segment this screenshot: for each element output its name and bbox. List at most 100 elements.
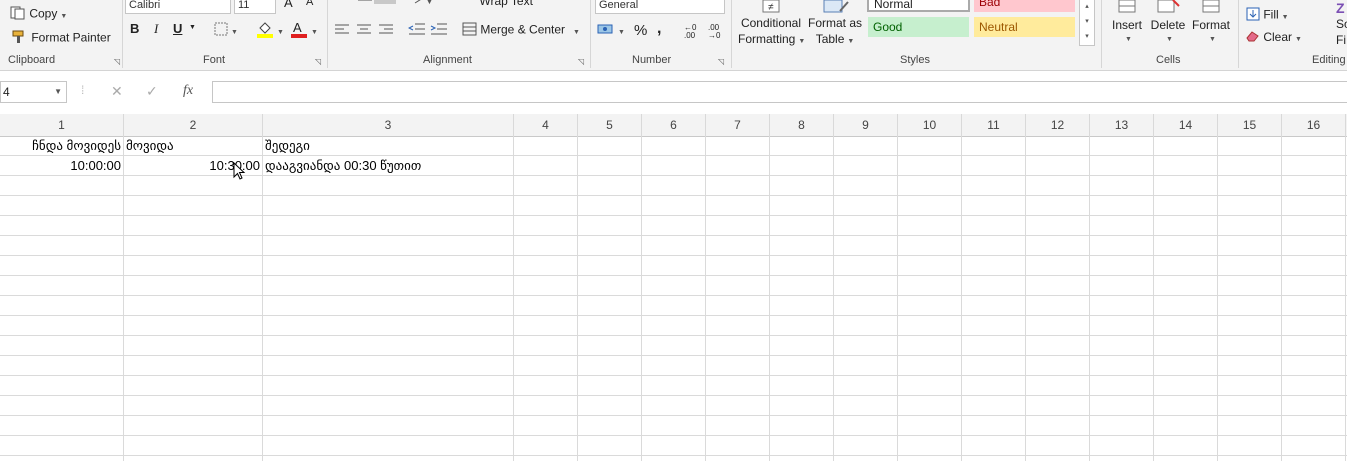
dialog-launcher-icon[interactable]: ◹ (578, 57, 584, 66)
currency-icon (597, 22, 615, 39)
format-cells-label: Format (1191, 18, 1230, 32)
merge-center-button[interactable]: Merge & Center ▼ (462, 22, 580, 39)
comma-button[interactable]: , (657, 20, 661, 38)
font-group-label: Font (203, 54, 226, 66)
column-header-8[interactable]: 8 (770, 114, 834, 136)
column-header-7[interactable]: 7 (706, 114, 770, 136)
ribbon: Copy ▼ Format Painter Clipboard ◹ Calibri… (0, 0, 1347, 71)
sort-label: So (1336, 17, 1347, 31)
format-as-table-label2: Table (815, 32, 845, 46)
top-align-icon[interactable] (357, 0, 373, 8)
style-good[interactable]: Good (868, 17, 969, 37)
column-header-5[interactable]: 5 (578, 114, 642, 136)
sort-filter-button[interactable]: Z So Fi (1336, 0, 1347, 48)
copy-icon (10, 6, 26, 23)
decrease-decimal-icon[interactable]: .00 →0 (708, 24, 720, 40)
copy-button[interactable]: Copy ▼ (10, 6, 67, 23)
format-as-table-icon (806, 0, 864, 14)
delete-label: Delete (1150, 18, 1186, 32)
dialog-launcher-icon[interactable]: ◹ (315, 57, 321, 66)
clear-button[interactable]: Clear ▼ (1246, 30, 1302, 45)
cell-r1-c1[interactable]: ჩნდა მოვიდეს (0, 136, 121, 156)
column-header-6[interactable]: 6 (642, 114, 706, 136)
delete-button[interactable]: Delete ▼ (1150, 0, 1186, 43)
gridline (961, 136, 962, 461)
column-header-11[interactable]: 11 (962, 114, 1026, 136)
conditional-formatting-label2-wrap: Formatting ▼ (738, 32, 806, 49)
cell-r1-c2[interactable]: მოვიდა (126, 136, 260, 156)
percent-button[interactable]: % (634, 22, 647, 39)
name-box[interactable]: 4 ▼ (0, 81, 67, 103)
underline-button[interactable]: U (173, 21, 182, 36)
column-header-4[interactable]: 4 (514, 114, 578, 136)
column-header-14[interactable]: 14 (1154, 114, 1218, 136)
cell-r1-c3[interactable]: შედეგი (265, 136, 511, 156)
column-header-1[interactable]: 1 (0, 114, 124, 136)
column-header-16[interactable]: 16 (1282, 114, 1346, 136)
underline-dropdown[interactable]: ▼ (189, 24, 196, 31)
column-header-9[interactable]: 9 (834, 114, 898, 136)
insert-function-icon[interactable]: fx (183, 83, 193, 99)
gridline (0, 455, 1347, 456)
conditional-formatting-button[interactable]: ≠ Conditional Formatting ▼ (738, 0, 806, 49)
gridline (262, 136, 263, 461)
align-left-icon[interactable] (334, 24, 350, 39)
formula-bar: 4 ▼ ⁞ ✕ ✓ fx (0, 78, 1347, 108)
gridline (123, 136, 124, 461)
font-name-select[interactable]: Calibri (125, 0, 231, 14)
shrink-font-icon[interactable]: A (306, 0, 313, 8)
font-size-select[interactable]: 11 (234, 0, 276, 14)
dialog-launcher-icon[interactable]: ◹ (114, 57, 120, 66)
formula-input[interactable] (212, 81, 1347, 103)
italic-button[interactable]: I (154, 21, 158, 37)
orientation-icon[interactable]: ▼ (414, 0, 436, 8)
column-headers: 1 2 3 4 5 6 7 8 9 10 11 12 13 14 15 16 (0, 114, 1347, 137)
merge-cells-icon (462, 22, 477, 39)
worksheet-grid[interactable]: 1 2 3 4 5 6 7 8 9 10 11 12 13 14 15 16 ჩ… (0, 114, 1347, 461)
gridline (0, 375, 1347, 376)
bold-button[interactable]: B (130, 21, 139, 36)
accounting-format-button[interactable]: ▼ (597, 22, 625, 39)
insert-button[interactable]: Insert ▼ (1110, 0, 1144, 43)
middle-align-icon[interactable] (374, 0, 396, 4)
dialog-launcher-icon[interactable]: ◹ (718, 57, 724, 66)
format-cells-button[interactable]: Format ▼ (1191, 0, 1231, 43)
column-header-13[interactable]: 13 (1090, 114, 1154, 136)
chevron-down-icon: ▼ (798, 38, 806, 45)
decrease-indent-icon[interactable] (407, 23, 426, 40)
chevron-down-icon: ▼ (231, 28, 238, 36)
style-neutral[interactable]: Neutral (974, 17, 1075, 37)
svg-text:≠: ≠ (768, 2, 774, 13)
format-painter-button[interactable]: Format Painter (12, 30, 111, 47)
clipboard-group-label: Clipboard (8, 54, 56, 66)
column-header-2[interactable]: 2 (124, 114, 263, 136)
styles-scroll[interactable]: ▴ ▾ ▾ (1079, 0, 1095, 46)
increase-indent-icon[interactable] (430, 23, 448, 40)
cell-r2-c3[interactable]: დააგვიანდა 00:30 წუთით (265, 156, 511, 176)
enter-icon[interactable]: ✓ (146, 83, 158, 100)
align-right-icon[interactable] (378, 24, 394, 39)
style-normal[interactable]: Normal (867, 0, 970, 12)
wrap-text-button[interactable]: Wrap Text (462, 0, 533, 9)
style-bad[interactable]: Bad (974, 0, 1075, 12)
fill-button[interactable]: Fill ▼ (1246, 7, 1289, 24)
editing-group-label: Editing (1312, 54, 1346, 66)
column-header-12[interactable]: 12 (1026, 114, 1090, 136)
grow-font-icon[interactable]: A (284, 0, 293, 10)
gridline (0, 415, 1347, 416)
cell-r2-c1[interactable]: 10:00:00 (0, 156, 121, 176)
chevron-down-icon[interactable]: ▼ (54, 82, 62, 102)
align-center-icon[interactable] (356, 24, 372, 39)
number-format-select[interactable]: General (595, 0, 725, 14)
column-header-15[interactable]: 15 (1218, 114, 1282, 136)
format-as-table-button[interactable]: Format as Table ▼ (806, 0, 864, 49)
increase-decimal-icon[interactable]: ←0.00 (684, 24, 696, 40)
fill-color-button[interactable]: ▼ (256, 20, 284, 41)
cancel-icon[interactable]: ✕ (111, 83, 123, 100)
borders-button[interactable]: ▼ (214, 22, 238, 39)
column-header-10[interactable]: 10 (898, 114, 962, 136)
wrap-text-label: Wrap Text (479, 0, 533, 8)
column-header-3[interactable]: 3 (263, 114, 514, 136)
svg-text:▼: ▼ (426, 0, 433, 5)
font-color-button[interactable]: A ▼ (290, 20, 318, 41)
